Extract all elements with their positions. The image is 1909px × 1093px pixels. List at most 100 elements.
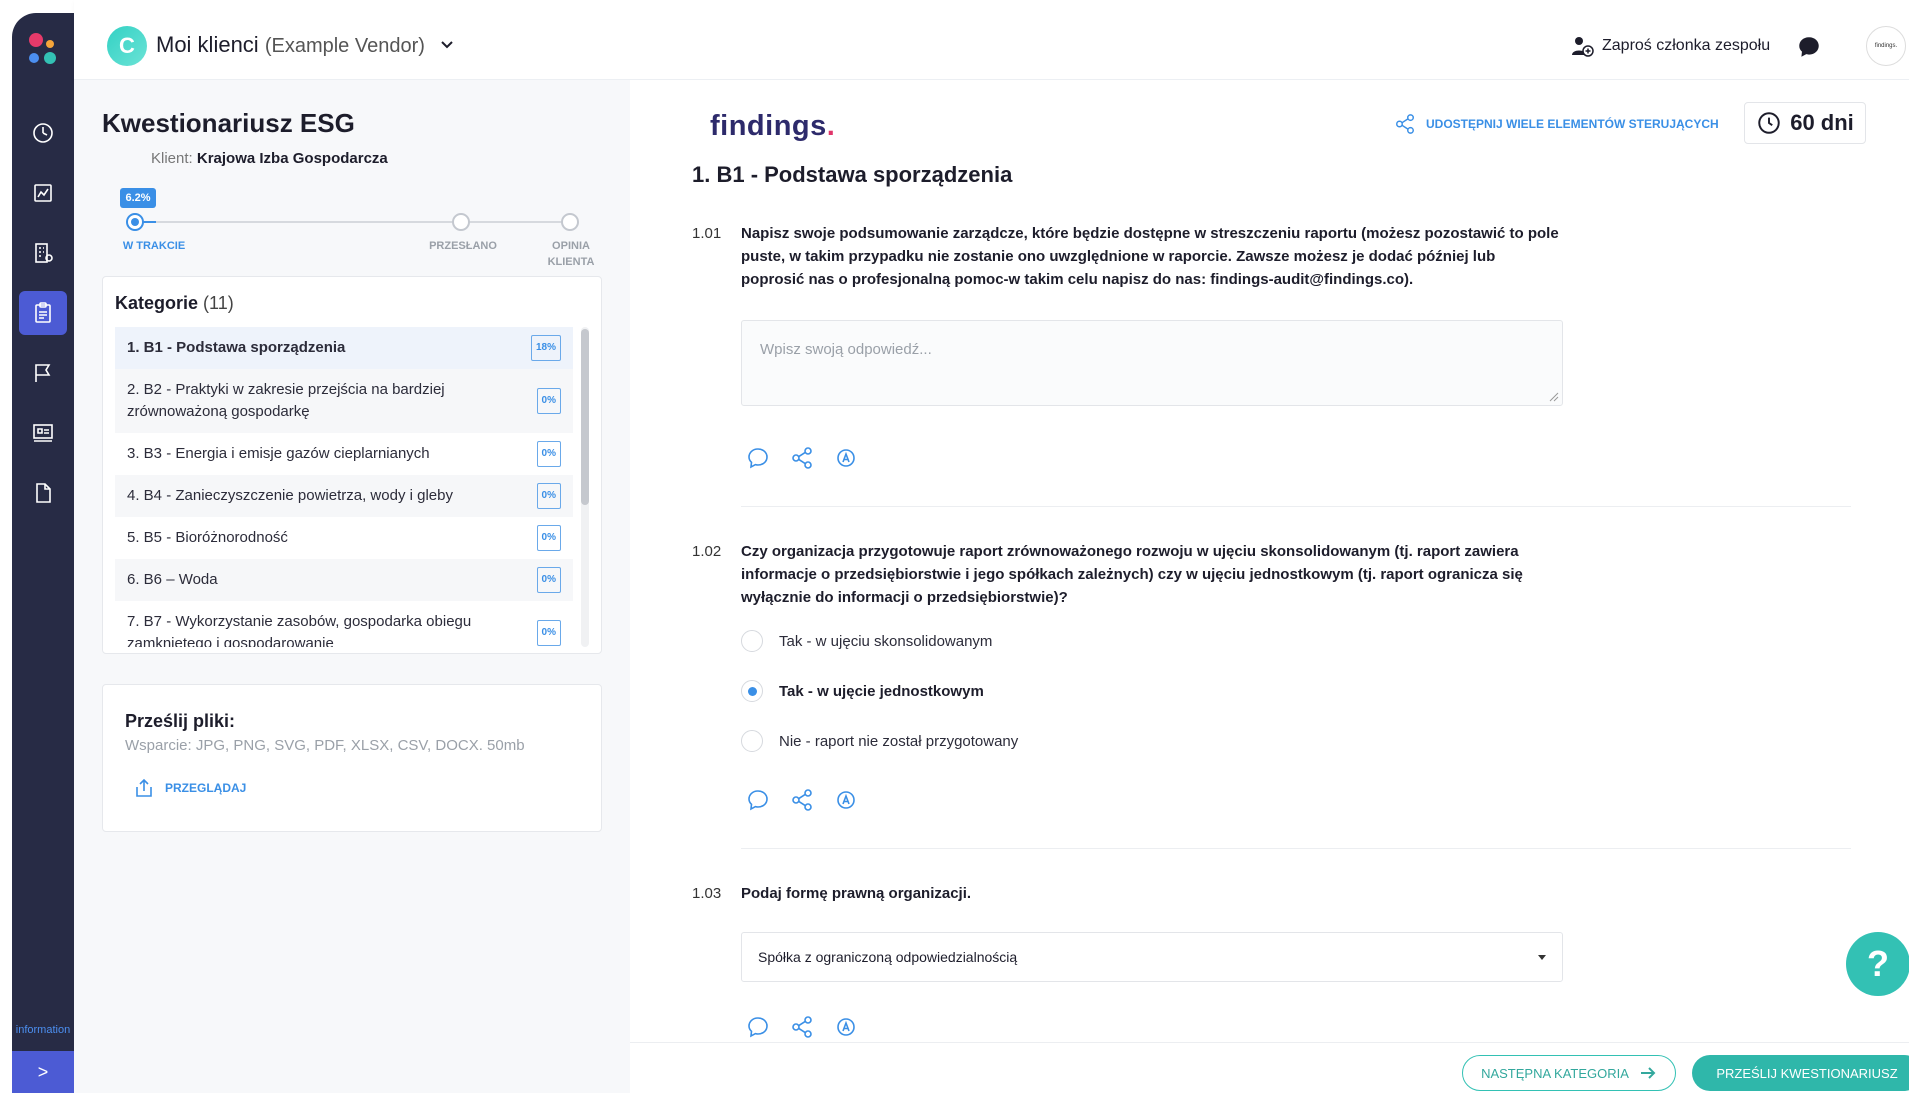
assign-icon[interactable] — [834, 1015, 858, 1039]
categories-heading: Kategorie (11) — [115, 293, 234, 314]
assign-icon[interactable] — [834, 446, 858, 470]
step-sent-label: PRZESŁANO — [429, 240, 497, 252]
comment-icon[interactable] — [746, 446, 770, 470]
submit-questionnaire-button[interactable]: PRZEŚLIJ KWESTIONARIUSZ — [1692, 1055, 1909, 1091]
browse-files-button[interactable]: PRZEGLĄDAJ — [133, 777, 246, 799]
categories-list: 1. B1 - Podstawa sporządzenia 18% 2. B2 -… — [115, 327, 573, 647]
help-button[interactable]: ? — [1846, 932, 1909, 996]
category-progress-badge: 0% — [536, 567, 561, 593]
sidebar-item-reports[interactable] — [19, 411, 67, 455]
client-switcher[interactable]: Moi klienci (Example Vendor) — [156, 32, 425, 58]
radio-button[interactable] — [741, 630, 763, 652]
next-category-button[interactable]: NASTĘPNA KATEGORIA — [1462, 1055, 1676, 1091]
upload-card: Prześlij pliki: Wsparcie: JPG, PNG, SVG,… — [102, 684, 602, 832]
question-number: 1.02 — [692, 543, 722, 560]
category-label: 7. B7 - Wykorzystanie zasobów, gospodark… — [127, 613, 472, 647]
radio-option[interactable]: Tak - w ujęciu skonsolidowanym — [741, 630, 992, 652]
categories-count: (11) — [203, 293, 234, 313]
sidebar-item-analytics[interactable] — [19, 171, 67, 215]
category-item[interactable]: 4. B4 - Zanieczyszczenie powietrza, wody… — [115, 475, 573, 517]
category-progress-badge: 0% — [536, 441, 561, 467]
category-progress-badge: 0% — [536, 388, 561, 414]
caret-down-icon — [1538, 954, 1546, 960]
questionnaire-title: Kwestionariusz ESG — [102, 108, 355, 138]
sidebar-item-documents[interactable] — [19, 471, 67, 515]
category-label: 5. B5 - Bioróżnorodność — [127, 529, 288, 546]
radio-option[interactable]: Tak - w ujęcie jednostkowym — [741, 680, 984, 702]
assign-icon[interactable] — [834, 788, 858, 812]
categories-scrollbar-thumb[interactable] — [581, 329, 589, 505]
browse-files-label: PRZEGLĄDAJ — [165, 781, 247, 795]
building-icon — [35, 243, 53, 263]
app-logo-icon[interactable] — [26, 31, 62, 67]
sidebar-item-organizations[interactable] — [19, 231, 67, 275]
category-progress-badge: 0% — [536, 483, 561, 509]
findings-logo-text: findings — [710, 110, 827, 142]
category-label: 6. B6 – Woda — [127, 571, 218, 588]
share-icon[interactable] — [790, 446, 814, 470]
sidebar-info-label[interactable]: information — [12, 1024, 74, 1036]
days-remaining-label: 60 dni — [1790, 110, 1854, 135]
upload-support-text: Wsparcie: JPG, PNG, SVG, PDF, XLSX, CSV,… — [125, 737, 525, 754]
radio-option-label: Tak - w ujęciu skonsolidowanym — [779, 632, 993, 650]
share-icon[interactable] — [790, 788, 814, 812]
answer-textarea[interactable]: Wpisz swoją odpowiedź... — [741, 320, 1563, 406]
sidebar-item-dashboard[interactable] — [19, 111, 67, 155]
user-avatar[interactable]: findings. — [1866, 26, 1906, 66]
chat-icon[interactable] — [1796, 34, 1822, 60]
category-progress-badge: 18% — [530, 335, 561, 361]
category-label: 4. B4 - Zanieczyszczenie powietrza, wody… — [127, 487, 453, 504]
question-actions — [746, 788, 858, 812]
radio-option[interactable]: Nie - raport nie został przygotowany — [741, 730, 1018, 752]
client-info: Klient: Krajowa Izba Gospodarcza — [151, 150, 388, 167]
chart-icon — [34, 184, 52, 202]
brand-initial: C — [119, 33, 135, 58]
question-actions — [746, 1015, 858, 1039]
invite-member-button[interactable]: Zaproś członka zespołu — [1570, 34, 1770, 58]
progress-track — [136, 221, 576, 223]
category-item[interactable]: 6. B6 – Woda 0% — [115, 559, 573, 601]
sidebar-item-questionnaires[interactable] — [19, 291, 67, 335]
findings-logo-dot: . — [826, 110, 836, 142]
category-item[interactable]: 3. B3 - Energia i emisje gazów cieplarni… — [115, 433, 573, 475]
comment-icon[interactable] — [746, 788, 770, 812]
avatar-text: findings. — [1874, 43, 1898, 49]
client-label: Klient: — [151, 150, 193, 167]
share-icon[interactable] — [790, 1015, 814, 1039]
step-in-progress-label: W TRAKCIE — [122, 240, 186, 252]
radio-button[interactable] — [741, 730, 763, 752]
share-multiple-controls-button[interactable]: UDOSTĘPNIJ WIELE ELEMENTÓW STERUJĄCYCH — [1394, 113, 1719, 135]
progress-badge: 6.2% — [120, 188, 156, 208]
question-text: Czy organizacja przygotowuje raport zrów… — [741, 543, 1523, 606]
submit-questionnaire-label: PRZEŚLIJ KWESTIONARIUSZ — [1716, 1065, 1898, 1081]
category-item[interactable]: 5. B5 - Bioróżnorodność 0% — [115, 517, 573, 559]
radio-button-selected[interactable] — [741, 680, 763, 702]
help-icon: ? — [1867, 943, 1889, 984]
chevron-down-icon[interactable] — [440, 38, 454, 52]
flag-icon — [35, 364, 51, 382]
question-actions — [746, 446, 858, 470]
bottom-action-bar: NASTĘPNA KATEGORIA PRZEŚLIJ KWESTIONARIU… — [630, 1042, 1909, 1093]
top-bar: C Moi klienci (Example Vendor) Zaproś cz… — [74, 0, 1909, 80]
questions-panel: findings. UDOSTĘPNIJ WIELE ELEMENTÓW STE… — [630, 80, 1909, 1093]
category-item[interactable]: 7. B7 - Wykorzystanie zasobów, gospodark… — [115, 601, 573, 647]
document-icon — [36, 483, 51, 503]
category-progress-badge: 0% — [536, 525, 561, 551]
sidebar-expand-button[interactable]: > — [12, 1051, 74, 1093]
legal-form-selected-value: Spółka z ograniczoną odpowiedzialnością — [758, 949, 1018, 965]
sidebar-item-goals[interactable] — [19, 351, 67, 395]
category-label: 2. B2 - Praktyki w zakresie przejścia na… — [127, 381, 445, 420]
category-item[interactable]: 1. B1 - Podstawa sporządzenia 18% — [115, 327, 573, 369]
findings-logo: findings. — [710, 110, 835, 143]
category-item[interactable]: 2. B2 - Praktyki w zakresie przejścia na… — [115, 369, 573, 433]
legal-form-select[interactable]: Spółka z ograniczoną odpowiedzialnością — [741, 932, 1563, 982]
resize-grip-icon[interactable] — [1549, 392, 1559, 402]
comment-icon[interactable] — [746, 1015, 770, 1039]
client-switcher-vendor: (Example Vendor) — [264, 35, 425, 57]
step-sent-dot — [452, 213, 470, 231]
client-switcher-title: Moi klienci — [156, 32, 259, 57]
upload-title: Prześlij pliki: — [125, 711, 236, 731]
sidebar-rail: information > — [12, 13, 74, 1093]
question-number: 1.01 — [692, 225, 722, 242]
step-client-opinion-label: OPINIA KLIENTA — [547, 240, 595, 268]
